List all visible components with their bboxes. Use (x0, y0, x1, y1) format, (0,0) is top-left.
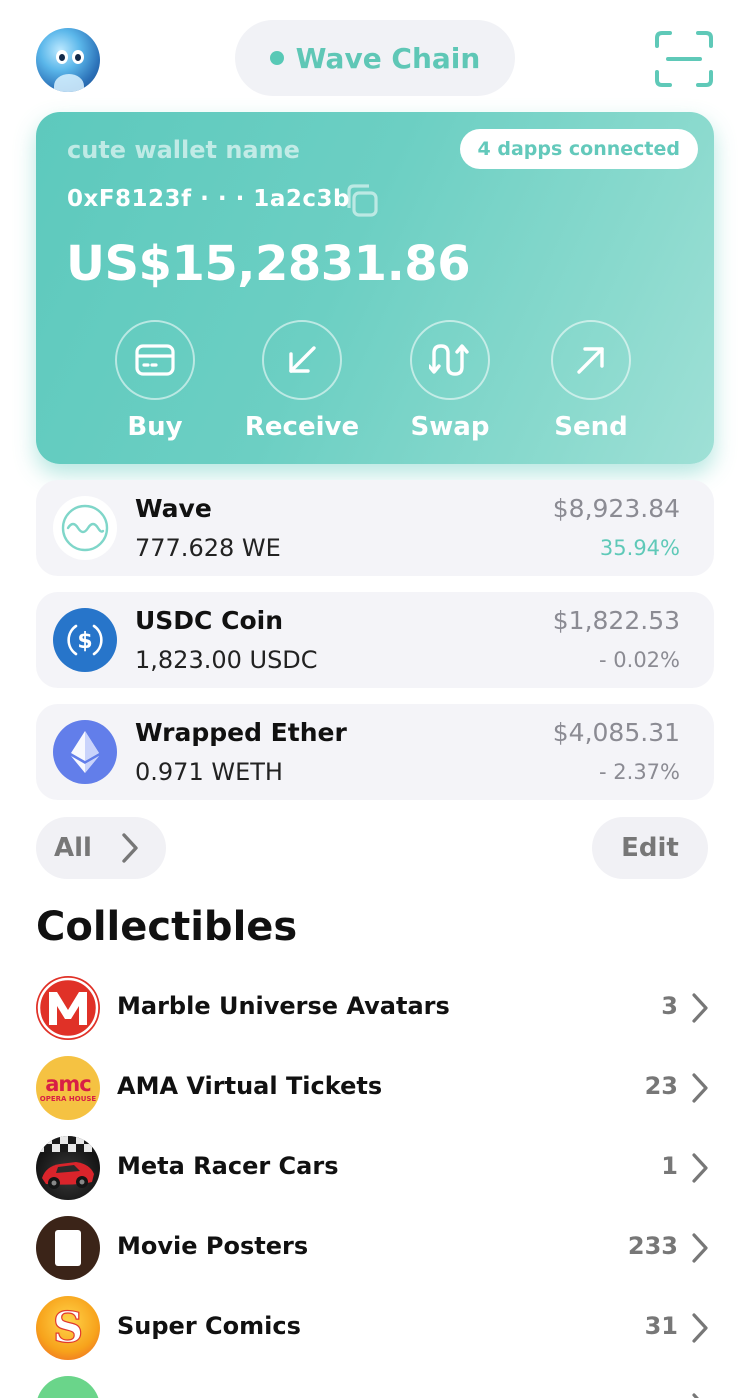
wallet-name[interactable]: cute wallet name (67, 136, 300, 164)
chevron-right-icon (692, 993, 708, 1023)
token-change: - 0.02% (599, 648, 680, 672)
token-name: Wrapped Ether (135, 718, 347, 747)
amc-logo-icon: amc OPERA HOUSE (36, 1056, 100, 1120)
avatar-eye-left (56, 50, 68, 64)
swap-button[interactable]: Swap (390, 320, 510, 442)
buy-label: Buy (127, 412, 183, 442)
collectible-name: Movie Posters (117, 1232, 309, 1260)
swap-icon (429, 344, 469, 376)
collectible-row[interactable]: amc OPERA HOUSE AMA Virtual Tickets 23 (36, 1056, 714, 1122)
swap-circle (410, 320, 490, 400)
edit-tokens-button[interactable]: Edit (592, 817, 708, 879)
receive-label: Receive (244, 412, 360, 442)
collectible-count: 233 (627, 1232, 678, 1260)
usdc-token-icon: $ (53, 608, 117, 672)
wallet-address: 0xF8123f · · · 1a2c3b (67, 186, 350, 212)
wave-token-icon (53, 496, 117, 560)
collectible-name: AMA Virtual Tickets (117, 1072, 383, 1100)
token-amount: 1,823.00 USDC (135, 646, 318, 674)
collectible-row-partial[interactable] (36, 1376, 714, 1398)
collectible-row[interactable]: S Super Comics 31 (36, 1296, 714, 1362)
arrow-down-left-icon (289, 346, 316, 373)
collectible-row[interactable]: Meta Racer Cars 1 (36, 1136, 714, 1202)
all-tokens-label: All (54, 833, 92, 863)
collectible-thumb (36, 1376, 100, 1398)
arrow-up-right-icon (577, 347, 604, 374)
network-status-dot (269, 51, 284, 65)
network-selector[interactable]: Wave Chain (235, 20, 515, 96)
token-value: $8,923.84 (552, 494, 680, 523)
avatar-figure (54, 74, 84, 92)
token-name: Wave (135, 494, 212, 523)
wallet-card: cute wallet name 4 dapps connected 0xF81… (36, 112, 714, 464)
collectible-row[interactable]: Movie Posters 233 (36, 1216, 714, 1282)
user-avatar[interactable] (36, 28, 100, 92)
token-change: - 2.37% (599, 760, 680, 784)
token-amount: 0.971 WETH (135, 758, 283, 786)
send-button[interactable]: Send (531, 320, 651, 442)
all-tokens-button[interactable]: All (36, 817, 166, 879)
send-circle (551, 320, 631, 400)
chevron-right-icon (692, 1153, 708, 1183)
buy-button[interactable]: Buy (95, 320, 215, 442)
ethereum-token-icon (53, 720, 117, 784)
card-icon (135, 344, 175, 376)
token-row-usdc[interactable]: $ USDC Coin 1,823.00 USDC $1,822.53 - 0.… (36, 592, 714, 688)
collectible-row[interactable]: Marble Universe Avatars 3 (36, 976, 714, 1042)
swap-label: Swap (410, 412, 490, 442)
poster-icon (36, 1216, 100, 1280)
token-value: $1,822.53 (552, 606, 680, 635)
token-change: 35.94% (599, 536, 680, 560)
copy-icon[interactable] (342, 182, 382, 220)
svg-text:$: $ (77, 629, 92, 654)
receive-button[interactable]: Receive (242, 320, 362, 442)
network-label: Wave Chain (295, 41, 481, 75)
collectible-count: 31 (644, 1312, 678, 1340)
collectible-name: Marble Universe Avatars (117, 992, 450, 1020)
collectible-count: 1 (661, 1152, 678, 1180)
token-amount: 777.628 WE (135, 534, 281, 562)
scan-qr-icon[interactable] (654, 30, 714, 88)
token-row-weth[interactable]: Wrapped Ether 0.971 WETH $4,085.31 - 2.3… (36, 704, 714, 800)
token-row-wave[interactable]: Wave 777.628 WE $8,923.84 35.94% (36, 480, 714, 576)
dapps-connected-badge[interactable]: 4 dapps connected (459, 129, 698, 169)
token-value: $4,085.31 (552, 718, 680, 747)
wallet-balance: US$15,2831.86 (66, 236, 471, 292)
chevron-right-icon (692, 1233, 708, 1263)
marble-logo-icon (36, 976, 100, 1040)
super-comics-logo-icon: S (36, 1296, 100, 1360)
svg-text:amc: amc (45, 1072, 91, 1096)
send-label: Send (554, 412, 628, 442)
receive-circle (262, 320, 342, 400)
collectible-count: 3 (661, 992, 678, 1020)
collectible-name: Meta Racer Cars (117, 1152, 339, 1180)
collectible-name: Super Comics (117, 1312, 301, 1340)
token-name: USDC Coin (135, 606, 283, 635)
race-car-icon (36, 1136, 100, 1200)
collectible-count: 23 (644, 1072, 678, 1100)
svg-text:S: S (53, 1303, 83, 1352)
chevron-right-icon (692, 1313, 708, 1343)
avatar-eye-right (72, 50, 84, 64)
svg-text:OPERA HOUSE: OPERA HOUSE (40, 1095, 97, 1103)
chevron-right-icon (692, 1393, 699, 1398)
collectibles-title: Collectibles (36, 904, 298, 950)
buy-circle (115, 320, 195, 400)
chevron-right-icon (692, 1073, 708, 1103)
chevron-right-icon (122, 833, 138, 863)
